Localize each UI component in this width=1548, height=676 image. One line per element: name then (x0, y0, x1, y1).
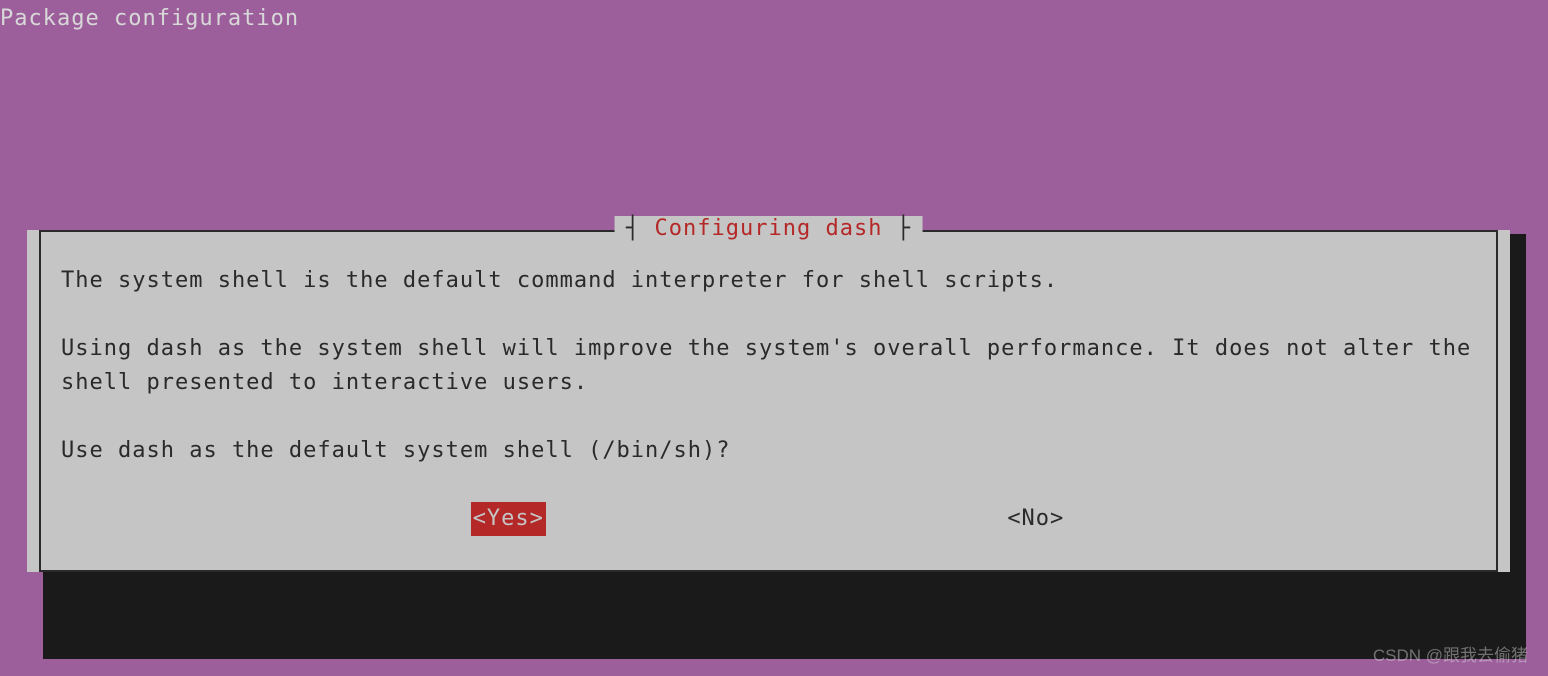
dialog-inner: ┤ Configuring dash ├ The system shell is… (39, 230, 1498, 572)
dialog-box: ┤ Configuring dash ├ The system shell is… (27, 230, 1510, 572)
dialog-content: The system shell is the default command … (41, 232, 1496, 570)
watermark: CSDN @跟我去偷猪 (1373, 641, 1528, 666)
title-left-bracket: ┤ (626, 214, 655, 241)
dialog-container: ┤ Configuring dash ├ The system shell is… (27, 218, 1510, 584)
button-row: <Yes> <No> (61, 502, 1476, 546)
no-button[interactable]: <No> (1005, 502, 1066, 536)
dialog-text-2: Using dash as the system shell will impr… (61, 332, 1476, 400)
title-right-bracket: ├ (882, 214, 911, 241)
yes-button[interactable]: <Yes> (471, 502, 546, 536)
page-header: Package configuration (0, 0, 1548, 31)
dialog-title: ┤ Configuring dash ├ (614, 216, 923, 241)
dialog-title-text: Configuring dash (655, 216, 883, 241)
dialog-text-1: The system shell is the default command … (61, 264, 1476, 298)
dialog-question: Use dash as the default system shell (/b… (61, 434, 1476, 468)
